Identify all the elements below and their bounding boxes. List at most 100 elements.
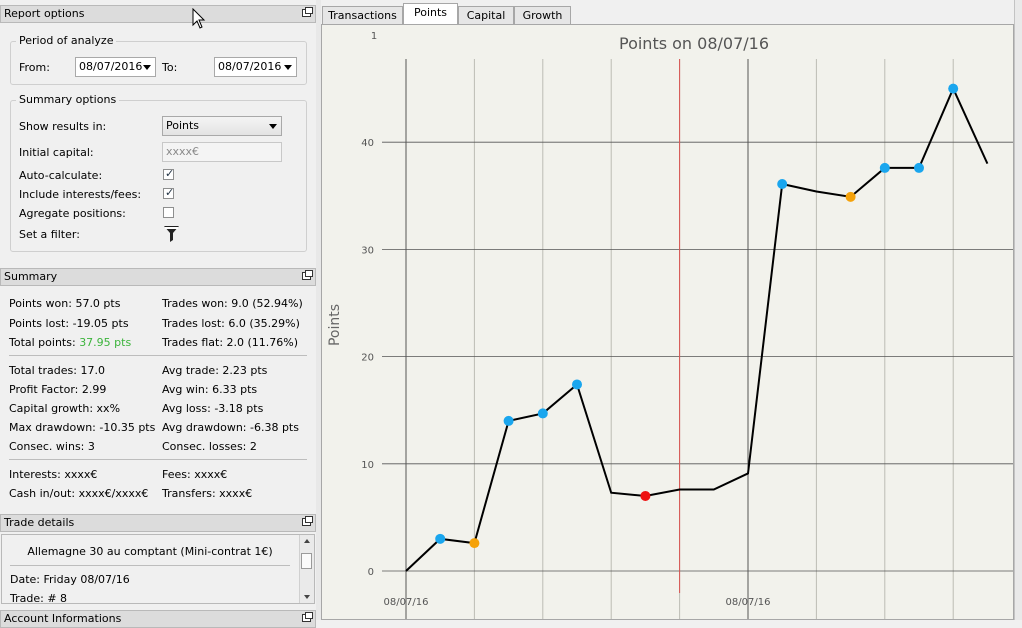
float-panel-icon[interactable] <box>302 270 313 280</box>
tab-points[interactable]: Points <box>403 3 458 25</box>
points-chart-panel: 0 10 20 30 40 08/07/16 08/07/16 Points on 08/0… <box>321 24 1014 620</box>
funnel-icon[interactable] <box>164 226 179 245</box>
tab-transactions[interactable]: Transactions <box>322 6 403 24</box>
points-series-line <box>405 86 989 572</box>
float-panel-icon[interactable] <box>302 7 313 17</box>
trade-point-win <box>879 162 890 173</box>
chart-top-label: 1 <box>371 31 377 42</box>
to-date-value: 08/07/2016 <box>218 60 282 73</box>
summary-title: Summary <box>4 270 58 283</box>
trade-point-win <box>777 179 788 190</box>
from-date-picker[interactable]: 08/07/2016 <box>75 57 156 77</box>
chevron-down-icon <box>284 65 292 70</box>
total-trades: Total trades: 17.0 <box>9 364 105 377</box>
interests: Interests: xxxx€ <box>9 468 98 481</box>
filter-label: Set a filter: <box>19 228 80 241</box>
initial-capital-placeholder: xxxx€ <box>166 145 200 158</box>
chart-title: Points on 08/07/16 <box>619 34 769 53</box>
summary-separator <box>9 459 307 460</box>
tab-points-label: Points <box>413 6 448 19</box>
points-won: Points won: 57.0 pts <box>9 297 121 310</box>
trade-details-box: Allemagne 30 au comptant (Mini-contrat 1… <box>1 534 315 604</box>
summary-title-bar: Summary <box>0 268 316 286</box>
scroll-up-icon[interactable] <box>304 539 310 543</box>
float-panel-icon[interactable] <box>302 612 313 622</box>
trade-point-win <box>948 83 959 94</box>
show-results-select[interactable]: Points <box>162 116 282 136</box>
summary-options-title: Summary options <box>16 93 120 106</box>
total-points-label: Total points: <box>9 336 76 349</box>
float-panel-icon[interactable] <box>302 516 313 526</box>
trade-details-title-bar: Trade details <box>0 514 316 532</box>
capital-growth: Capital growth: xx% <box>9 402 121 415</box>
initial-capital-label: Initial capital: <box>19 146 94 159</box>
include-interests-label: Include interests/fees: <box>19 188 142 201</box>
trade-point-win <box>572 379 582 390</box>
scrollbar-thumb[interactable] <box>301 553 312 569</box>
y-tick-label: 10 <box>361 460 374 471</box>
aggregate-positions-label: Agregate positions: <box>19 207 126 220</box>
trades-flat: Trades flat: 2.0 (11.76%) <box>162 336 299 349</box>
consec-wins: Consec. wins: 3 <box>9 440 95 453</box>
chevron-down-icon <box>269 124 277 129</box>
mouse-cursor-icon <box>192 8 206 29</box>
to-date-picker[interactable]: 08/07/2016 <box>214 57 297 77</box>
show-results-label: Show results in: <box>19 120 107 133</box>
trade-details-separator <box>10 565 290 566</box>
window-edge <box>1014 0 1022 620</box>
y-tick-label: 40 <box>361 138 374 149</box>
account-info-title-bar: Account Informations <box>0 610 316 628</box>
trade-date: Date: Friday 08/07/16 <box>10 573 130 586</box>
trade-point-win <box>503 415 514 426</box>
to-label: To: <box>162 61 178 74</box>
report-options-title: Report options <box>4 7 85 20</box>
total-points-value: 37.95 pts <box>79 336 132 349</box>
x-tick-label: 08/07/16 <box>726 597 771 608</box>
trade-point-flat <box>845 191 856 202</box>
avg-win: Avg win: 6.33 pts <box>162 383 258 396</box>
trade-point-win <box>914 162 924 173</box>
trade-point-win <box>435 533 446 544</box>
include-interests-checkbox[interactable] <box>163 186 174 199</box>
trade-point-flat <box>469 538 480 549</box>
trades-won: Trades won: 9.0 (52.94%) <box>162 297 303 310</box>
tab-capital[interactable]: Capital <box>458 6 514 24</box>
points-chart[interactable]: 0 10 20 30 40 08/07/16 08/07/16 Points on 08/0… <box>322 25 1013 619</box>
aggregate-positions-checkbox[interactable] <box>163 207 174 218</box>
scroll-down-icon[interactable] <box>304 595 310 599</box>
initial-capital-input[interactable]: xxxx€ <box>162 142 282 162</box>
chevron-down-icon <box>143 65 151 70</box>
consec-losses: Consec. losses: 2 <box>162 440 257 453</box>
transfers: Transfers: xxxx€ <box>162 487 253 500</box>
points-lost: Points lost: -19.05 pts <box>9 317 129 330</box>
report-options-title-bar: Report options <box>0 5 316 23</box>
trade-point-win <box>537 408 548 419</box>
total-points: Total points: 37.95 pts <box>9 336 131 349</box>
scrollbar[interactable] <box>299 535 314 603</box>
tab-capital-label: Capital <box>466 9 506 22</box>
avg-loss: Avg loss: -3.18 pts <box>162 402 264 415</box>
y-tick-label: 30 <box>361 245 374 256</box>
from-label: From: <box>19 61 50 74</box>
cash-in-out: Cash in/out: xxxx€/xxxx€ <box>9 487 149 500</box>
trade-point-loss <box>640 490 651 501</box>
trades-lost: Trades lost: 6.0 (35.29%) <box>162 317 300 330</box>
avg-trade: Avg trade: 2.23 pts <box>162 364 268 377</box>
x-tick-label: 08/07/16 <box>384 597 429 608</box>
trade-details-title: Trade details <box>4 516 75 529</box>
account-info-title: Account Informations <box>4 612 122 625</box>
trade-number: Trade: # 8 <box>10 592 68 604</box>
auto-calculate-label: Auto-calculate: <box>19 169 103 182</box>
auto-calculate-checkbox[interactable] <box>163 167 174 180</box>
show-results-value: Points <box>166 119 200 132</box>
summary-separator <box>9 355 307 356</box>
avg-drawdown: Avg drawdown: -6.38 pts <box>162 421 299 434</box>
profit-factor: Profit Factor: 2.99 <box>9 383 107 396</box>
max-drawdown: Max drawdown: -10.35 pts <box>9 421 156 434</box>
tab-growth-label: Growth <box>522 9 563 22</box>
y-tick-label: 20 <box>361 353 374 364</box>
tab-transactions-label: Transactions <box>328 9 397 22</box>
from-date-value: 08/07/2016 <box>79 60 143 73</box>
tab-growth[interactable]: Growth <box>514 6 571 24</box>
fees: Fees: xxxx€ <box>162 468 228 481</box>
